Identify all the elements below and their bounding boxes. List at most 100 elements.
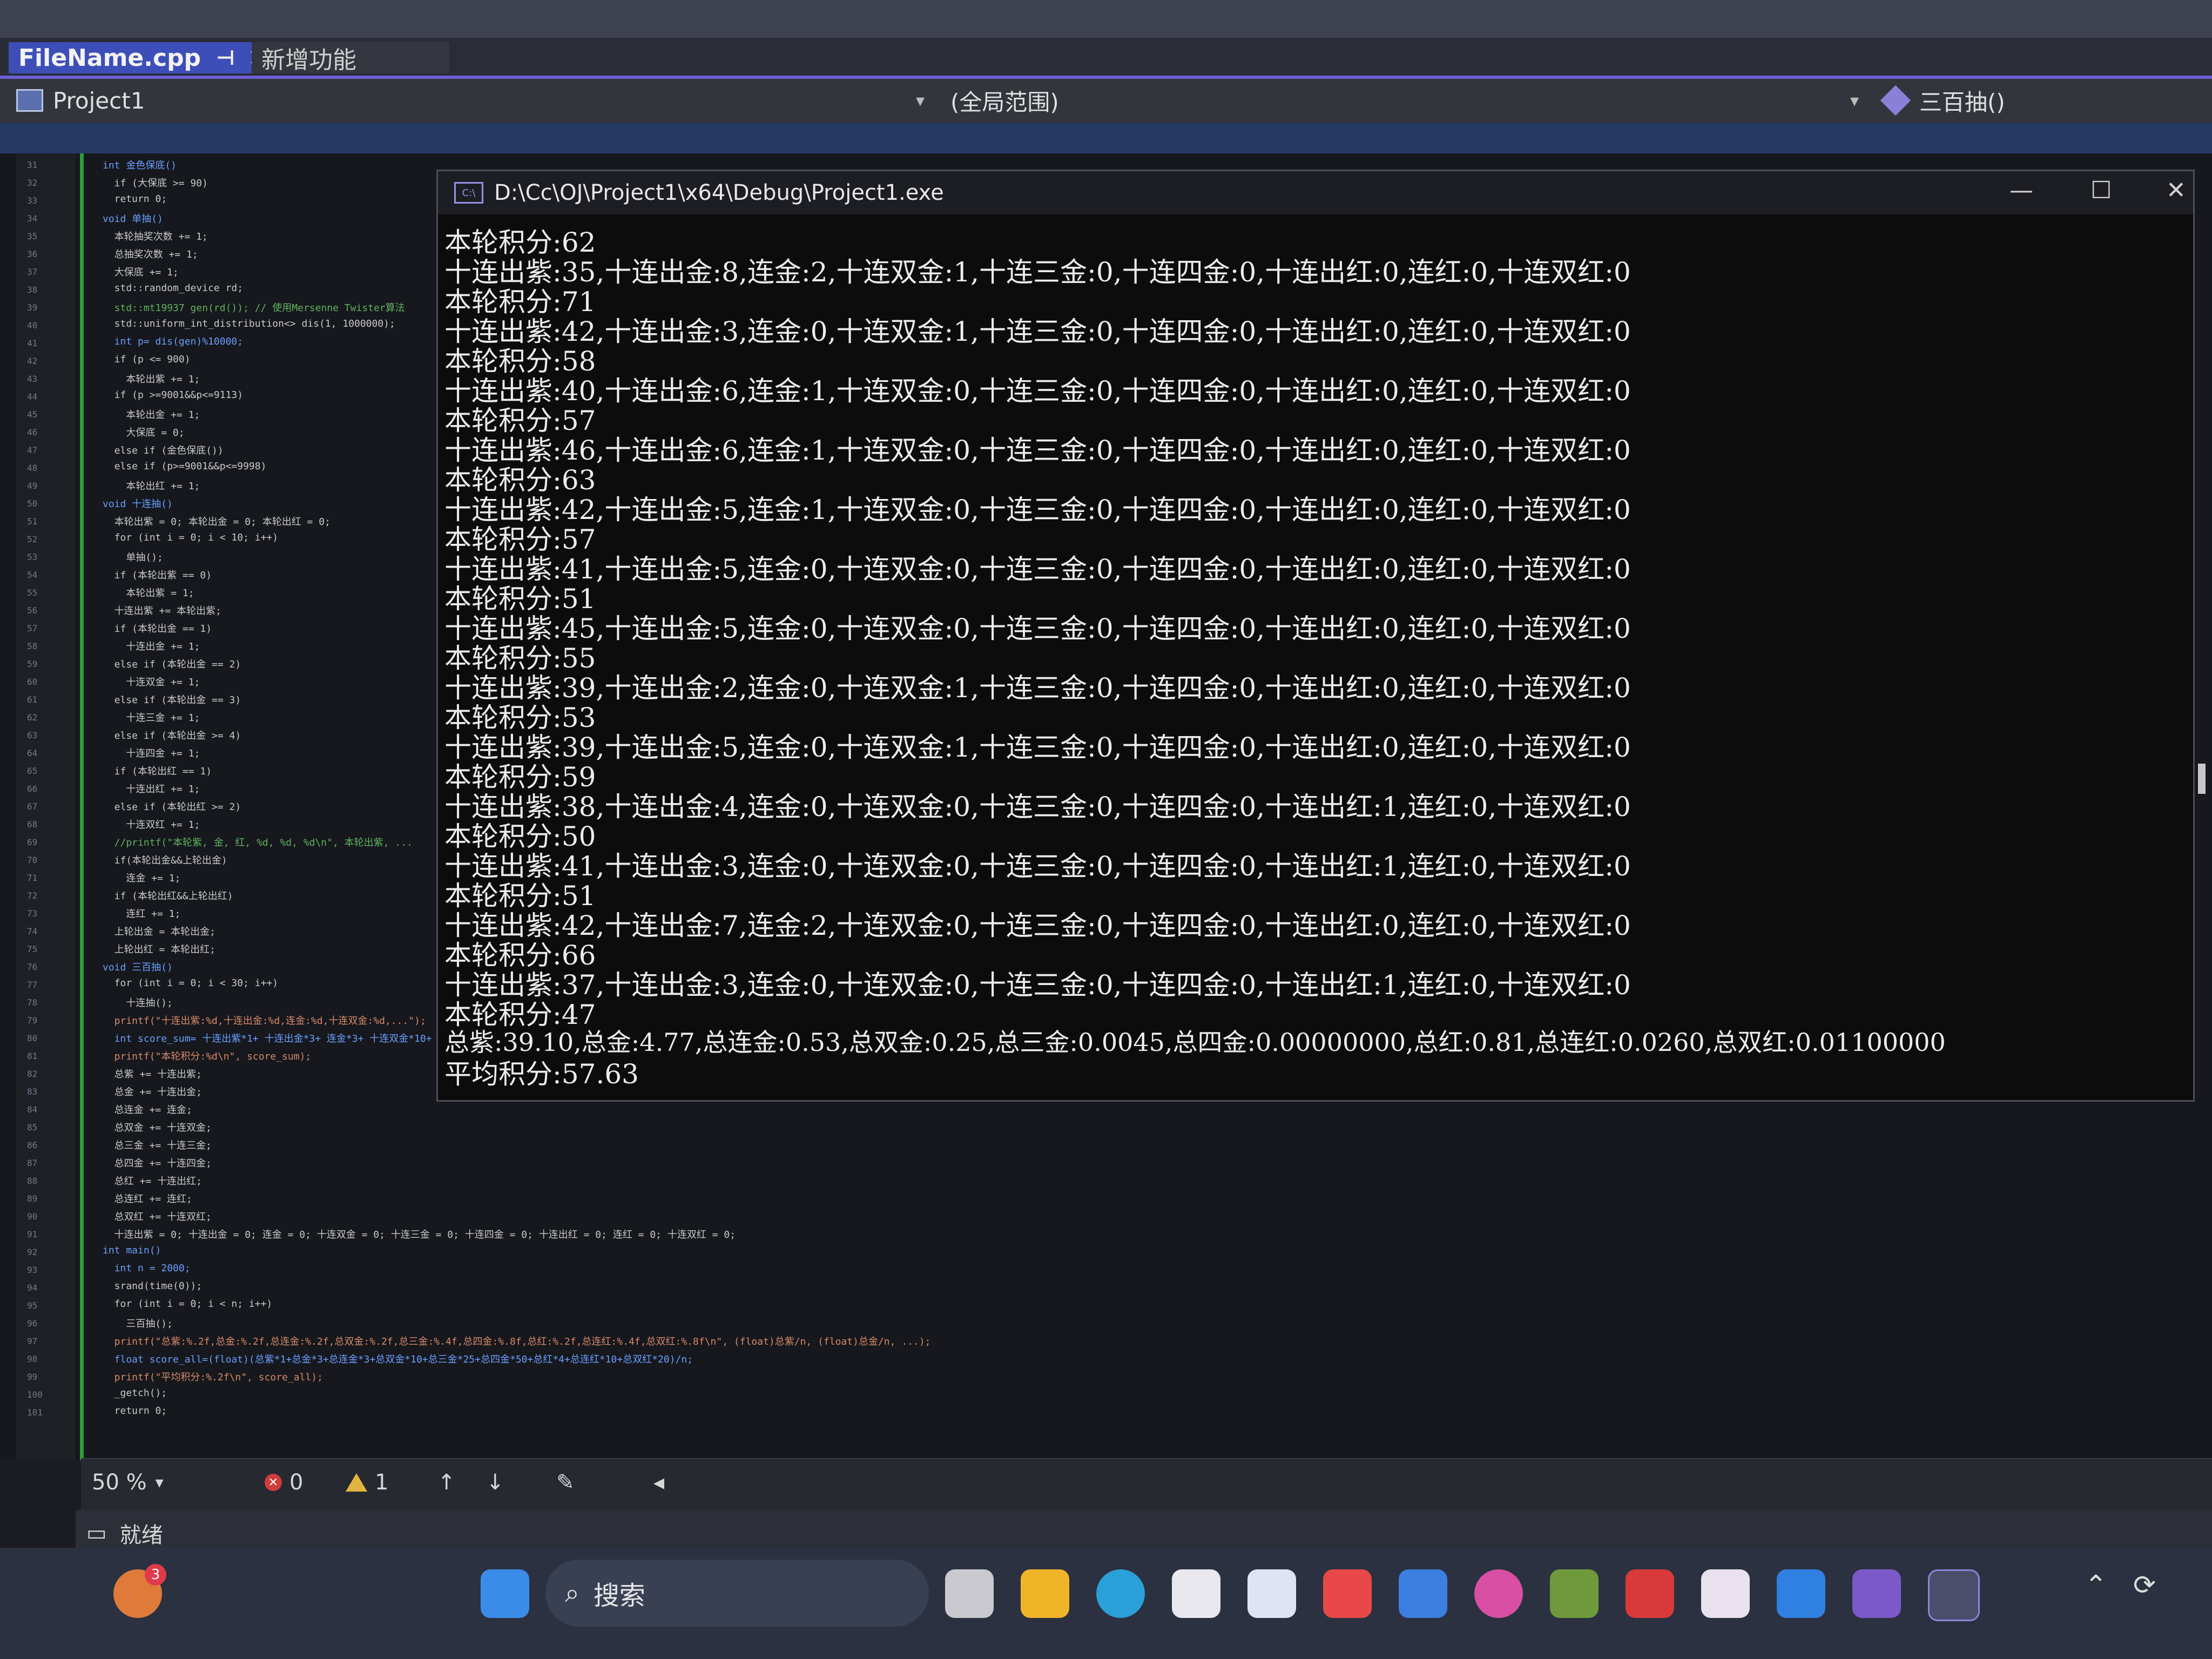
line-number: 79 [27,1015,38,1026]
code-line: std::mt19937 gen(rd()); // 使用Mersenne Tw… [103,302,405,314]
baidu-netdisk-icon[interactable] [1777,1569,1825,1618]
console-line: 十连出紫:45,十连出金:5,连金:0,十连双金:0,十连三金:0,十连四金:0… [444,613,1631,644]
member-dropdown[interactable]: 三百抽() [1880,84,2198,117]
code-line: 三百抽(); [103,1318,173,1330]
code-line: _getch(); [103,1387,167,1399]
code-line: std::uniform_int_distribution<> dis(1, 1… [103,318,395,329]
wps-icon[interactable] [1626,1569,1674,1618]
warning-count-value: 1 [375,1470,389,1495]
line-number: 68 [27,819,38,830]
code-line: return 0; [103,1405,167,1417]
start-icon[interactable] [481,1569,529,1618]
console-window[interactable]: C:\ D:\Cc\OJ\Project1\x64\Debug\Project1… [436,170,2195,1102]
code-line: 十连双金 += 1; [103,677,200,688]
warning-count[interactable]: 1 [346,1470,388,1495]
code-line: if (p <= 900) [103,354,191,365]
minecraft-icon[interactable] [1550,1569,1599,1618]
chevron-up-icon[interactable]: ⌃ [2085,1569,2133,1618]
color-wheel-icon[interactable] [1474,1569,1523,1618]
taskbar-search[interactable]: ⌕ 搜索 [545,1560,929,1627]
line-number: 83 [27,1087,38,1097]
line-number: 90 [27,1211,38,1222]
line-number: 78 [27,997,38,1008]
line-number: 52 [27,534,38,544]
line-number: 51 [27,516,38,527]
line-number: 63 [27,730,38,740]
code-line: void 单抽() [103,213,163,225]
code-line: if (p >=9001&&p<=9113) [103,389,244,401]
project-dropdown[interactable]: Project1 ▾ [16,84,934,117]
line-number: 89 [27,1193,38,1204]
scope-label: (全局范围) [950,89,1059,116]
code-line: if (本轮出紫 == 0) [103,570,212,581]
line-number: 76 [27,962,38,972]
tab-new-features[interactable]: 新增功能 [252,42,449,74]
edge-icon[interactable] [1096,1569,1145,1618]
console-line: 总紫:39.10,总金:4.77,总连金:0.53,总双金:0.25,总三金:0… [444,1028,1946,1057]
console-output: 本轮积分:62 十连出紫:35,十连出金:8,连金:2,十连双金:1,十连三金:0… [444,221,2183,1090]
output-icon: ▭ [86,1521,107,1546]
qq-icon[interactable] [1701,1569,1750,1618]
chevron-down-icon: ▾ [1850,90,1859,111]
scrollbar-thumb[interactable] [2198,764,2206,794]
code-line: printf("十连出紫:%d,十连出金:%d,连金:%d,十连双金:%d,..… [103,1015,426,1027]
terminal-icon[interactable] [1928,1569,1980,1621]
ready-label: 就绪 [119,1523,163,1548]
arrow-down-icon[interactable]: ↓ [486,1470,504,1495]
cloud-icon[interactable] [1399,1569,1447,1618]
line-number: 86 [27,1140,38,1150]
line-number: 66 [27,784,38,794]
code-line: else if (p>=9001&&p<=9998) [103,461,267,472]
line-number: 70 [27,855,38,865]
console-line: 十连出紫:39,十连出金:2,连金:0,十连双金:1,十连三金:0,十连四金:0… [444,672,1631,704]
task-view-icon[interactable] [945,1569,994,1618]
pin-icon[interactable]: ⊣ [216,46,235,70]
scroll-left-icon[interactable]: ◂ [653,1470,664,1495]
line-number: 36 [27,249,38,259]
line-number: 100 [27,1390,43,1400]
line-number: 84 [27,1104,38,1115]
error-count[interactable]: ✕ 0 [265,1470,303,1495]
line-number-gutter [16,153,76,1460]
line-number: 91 [27,1229,38,1239]
code-line: int n = 2000; [103,1263,191,1274]
store-icon[interactable] [1172,1569,1220,1618]
console-line: 十连出紫:35,十连出金:8,连金:2,十连双金:1,十连三金:0,十连四金:0… [444,257,1631,288]
line-number: 33 [27,195,38,206]
tab-filename-cpp[interactable]: FileName.cpp ⊣ ✕ [9,42,268,73]
office-icon[interactable] [1247,1569,1296,1618]
zoom-value: 50 % [92,1470,147,1495]
code-line: return 0; [103,193,167,205]
console-line: 十连出紫:42,十连出金:3,连金:0,十连双金:1,十连三金:0,十连四金:0… [444,316,1631,347]
notification-badge: 3 [145,1564,166,1586]
code-line: 单抽(); [103,552,163,563]
line-number: 73 [27,908,38,919]
code-line: for (int i = 0; i < n; i++) [103,1298,273,1310]
arrow-up-icon[interactable]: ↑ [437,1470,456,1495]
zoom-level[interactable]: 50 % ▾ [92,1470,164,1495]
line-number: 92 [27,1247,38,1257]
console-app-icon: C:\ [454,182,483,204]
maximize-button[interactable]: ☐ [2090,177,2112,204]
code-line: 连金 += 1; [103,873,181,884]
sync-icon[interactable]: ⟳ [2133,1569,2182,1618]
brush-icon[interactable]: ✎ [556,1470,575,1495]
code-line: 本轮抽奖次数 += 1; [103,231,208,242]
file-explorer-icon[interactable] [1021,1569,1069,1618]
code-line: else if (金色保底()) [103,445,224,456]
line-number: 93 [27,1265,38,1275]
line-number: 32 [27,178,38,188]
visual-studio-icon[interactable] [1852,1569,1901,1618]
line-number: 65 [27,766,38,776]
code-line: 总红 += 十连出红; [103,1176,202,1187]
console-title-bar[interactable]: C:\ D:\Cc\OJ\Project1\x64\Debug\Project1… [438,171,2193,214]
close-button[interactable]: ✕ [2166,177,2186,204]
code-line: 总四金 += 十连四金; [103,1158,212,1169]
minimize-button[interactable]: — [2009,177,2033,204]
code-line: 本轮出紫 = 1; [103,588,194,599]
app-red-icon[interactable] [1323,1569,1372,1618]
line-number: 101 [27,1407,43,1418]
widgets-icon[interactable]: 3 [113,1564,166,1618]
scope-dropdown[interactable]: (全局范围) ▾ [950,84,1869,117]
code-line: 总双金 += 十连双金; [103,1122,212,1134]
